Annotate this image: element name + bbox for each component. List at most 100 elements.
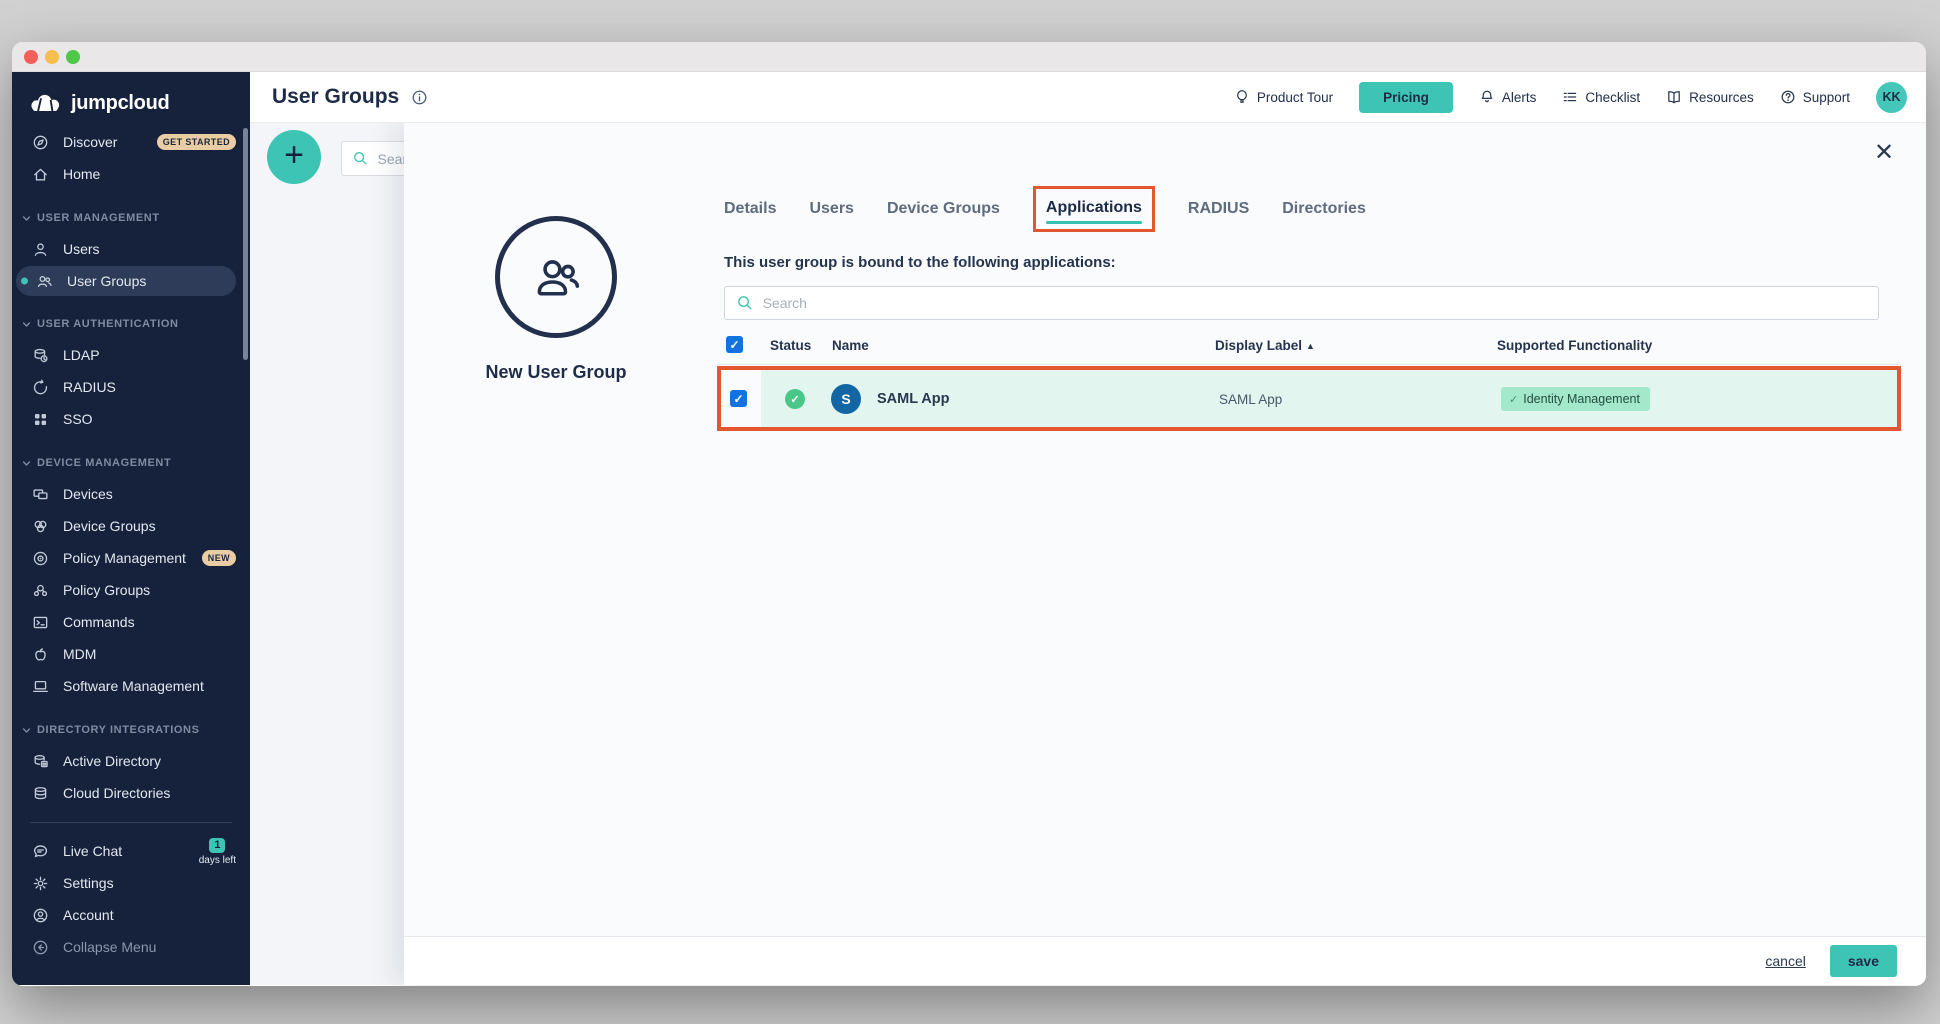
section-directory-integrations[interactable]: DIRECTORY INTEGRATIONS: [12, 715, 250, 745]
sidebar-item-user-groups[interactable]: User Groups: [16, 266, 236, 296]
support-button[interactable]: Support: [1780, 89, 1850, 105]
window-titlebar: [12, 42, 1926, 72]
product-tour-button[interactable]: Product Tour: [1234, 89, 1333, 105]
sidebar-item-devices[interactable]: Devices: [12, 478, 250, 510]
sidebar-item-active-directory[interactable]: Active Directory: [12, 745, 250, 777]
chevron-down-icon: [22, 320, 31, 329]
applications-search-box: [724, 286, 1879, 320]
save-button[interactable]: save: [1830, 945, 1897, 977]
commands-icon: [32, 614, 49, 631]
user-avatar[interactable]: KK: [1876, 82, 1907, 113]
drawer-tabs: Details Users Device Groups Applications…: [724, 189, 1366, 229]
select-all-checkbox[interactable]: [726, 336, 743, 353]
column-header-display-label[interactable]: Display Label▲: [1215, 338, 1315, 353]
bound-applications-description: This user group is bound to the followin…: [724, 254, 1116, 271]
alerts-button[interactable]: Alerts: [1479, 89, 1537, 105]
cloud-directories-icon: [32, 785, 49, 802]
days-left-count-badge: 1: [209, 838, 225, 853]
section-device-management[interactable]: DEVICE MANAGEMENT: [12, 448, 250, 478]
sidebar-item-sso[interactable]: SSO: [12, 403, 250, 435]
new-user-group-drawer: ✕ New User Group Details Users Device Gr…: [404, 123, 1926, 985]
tab-radius[interactable]: RADIUS: [1188, 200, 1249, 218]
pricing-button[interactable]: Pricing: [1359, 82, 1453, 113]
get-started-badge: GET STARTED: [157, 134, 236, 150]
mdm-icon: [32, 646, 49, 663]
live-chat-icon: [32, 843, 49, 860]
page-title: User Groups: [272, 85, 399, 109]
sidebar-item-radius[interactable]: RADIUS: [12, 371, 250, 403]
info-icon[interactable]: [411, 89, 428, 106]
search-icon: [736, 294, 754, 312]
jumpcloud-wordmark: jumpcloud: [71, 92, 169, 115]
minimize-window-button[interactable]: [45, 50, 59, 64]
policy-management-icon: [32, 550, 49, 567]
sidebar: jumpcloud Discover GET STARTED Home USER…: [12, 72, 250, 985]
jumpcloud-logo[interactable]: jumpcloud: [12, 78, 250, 126]
sidebar-item-account[interactable]: Account: [12, 899, 250, 931]
close-window-button[interactable]: [24, 50, 38, 64]
app-display-label: SAML App: [1219, 392, 1282, 407]
search-icon: [352, 150, 369, 168]
cancel-button[interactable]: cancel: [1765, 953, 1805, 969]
section-user-authentication[interactable]: USER AUTHENTICATION: [12, 309, 250, 339]
chevron-down-icon: [22, 459, 31, 468]
sidebar-item-software-management[interactable]: Software Management: [12, 670, 250, 702]
tab-details[interactable]: Details: [724, 200, 776, 218]
settings-icon: [32, 875, 49, 892]
table-row-saml-app[interactable]: S SAML App SAML App Identity Management: [717, 366, 1901, 431]
sidebar-item-device-groups[interactable]: Device Groups: [12, 510, 250, 542]
sidebar-item-settings[interactable]: Settings: [12, 867, 250, 899]
sort-ascending-icon: ▲: [1306, 341, 1315, 351]
column-header-name[interactable]: Name: [832, 338, 869, 353]
discover-icon: [32, 134, 49, 151]
users-icon: [32, 241, 49, 258]
sidebar-item-commands[interactable]: Commands: [12, 606, 250, 638]
book-icon: [1666, 89, 1682, 105]
software-management-icon: [32, 678, 49, 695]
sidebar-scrollbar[interactable]: [243, 128, 248, 360]
sidebar-item-live-chat[interactable]: Live Chat 1 days left: [12, 835, 250, 867]
sidebar-item-home[interactable]: Home: [12, 158, 250, 190]
product-tour-icon: [1234, 89, 1250, 105]
resources-button[interactable]: Resources: [1666, 89, 1754, 105]
column-header-supported-functionality[interactable]: Supported Functionality: [1497, 338, 1652, 353]
column-header-status[interactable]: Status: [770, 338, 811, 353]
device-groups-icon: [32, 518, 49, 535]
policy-groups-icon: [32, 582, 49, 599]
jumpcloud-cloud-icon: [29, 92, 63, 114]
home-icon: [32, 166, 49, 183]
tab-directories[interactable]: Directories: [1282, 200, 1366, 218]
chevron-down-icon: [22, 214, 31, 223]
sidebar-item-collapse-menu[interactable]: Collapse Menu: [12, 931, 250, 963]
sidebar-item-policy-groups[interactable]: Policy Groups: [12, 574, 250, 606]
header-nav: Product Tour Pricing Alerts Checklist Re…: [1234, 82, 1907, 113]
sidebar-divider: [30, 822, 232, 823]
sidebar-item-users[interactable]: Users: [12, 233, 250, 265]
active-directory-icon: [32, 753, 49, 770]
applications-search-input[interactable]: [763, 295, 1867, 311]
ldap-icon: [32, 347, 49, 364]
tab-device-groups[interactable]: Device Groups: [887, 200, 1000, 218]
drawer-footer: cancel save: [404, 936, 1926, 985]
group-title: New User Group: [436, 362, 676, 383]
tab-applications[interactable]: Applications: [1046, 199, 1142, 217]
page-header: User Groups Product Tour Pricing Alerts …: [250, 72, 1926, 123]
identity-management-badge: Identity Management: [1501, 387, 1650, 411]
sidebar-item-cloud-directories[interactable]: Cloud Directories: [12, 777, 250, 809]
add-user-group-button[interactable]: +: [267, 130, 321, 184]
sidebar-item-ldap[interactable]: LDAP: [12, 339, 250, 371]
main-area: User Groups Product Tour Pricing Alerts …: [250, 72, 1926, 985]
tab-users[interactable]: Users: [809, 200, 853, 218]
applications-table-header: Status Name Display Label▲ Supported Fun…: [717, 329, 1901, 365]
app-window: jumpcloud Discover GET STARTED Home USER…: [12, 42, 1926, 986]
sidebar-item-policy-management[interactable]: Policy Management NEW: [12, 542, 250, 574]
checklist-button[interactable]: Checklist: [1562, 89, 1640, 105]
sidebar-item-mdm[interactable]: MDM: [12, 638, 250, 670]
applications-tab-highlight-box: Applications: [1033, 186, 1155, 232]
sidebar-item-discover[interactable]: Discover GET STARTED: [12, 126, 250, 158]
zoom-window-button[interactable]: [66, 50, 80, 64]
account-icon: [32, 907, 49, 924]
row-checkbox[interactable]: [730, 390, 747, 407]
close-icon[interactable]: ✕: [1874, 141, 1894, 165]
section-user-management[interactable]: USER MANAGEMENT: [12, 203, 250, 233]
